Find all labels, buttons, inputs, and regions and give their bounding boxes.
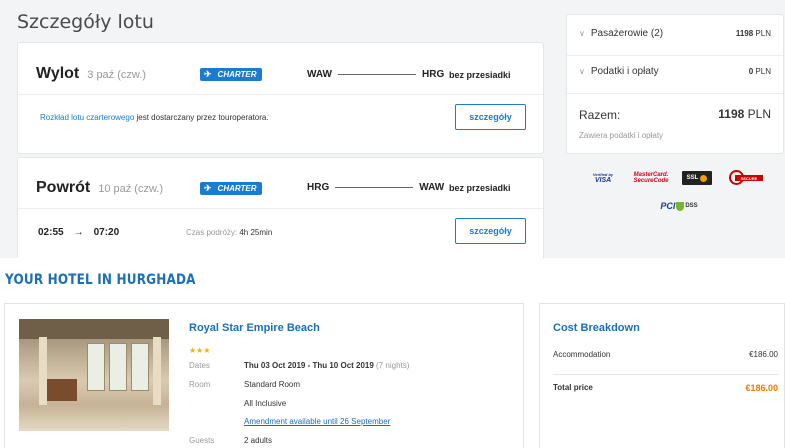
- price-summary: ∨ Pasażerowie (2) 1198 PLN ∨ Podatki i o…: [566, 14, 784, 154]
- charter-badge: ✈ CHARTER: [200, 182, 262, 195]
- page-title: Szczegóły lotu: [17, 11, 154, 33]
- arrival-time: 07:20: [93, 227, 120, 238]
- board-value: All Inclusive: [244, 399, 287, 408]
- outbound-route: WAW HRG: [307, 69, 444, 80]
- route-to: WAW: [419, 182, 445, 193]
- passengers-price: 1198 PLN: [735, 29, 771, 38]
- passengers-label: Pasażerowie (2): [590, 28, 664, 39]
- dates-value: Thu 03 Oct 2019 - Thu 10 Oct 2019 (7 nig…: [244, 361, 410, 370]
- route-from: WAW: [307, 69, 332, 80]
- dates-label: Dates: [189, 361, 210, 370]
- flight-details-section: Szczegóły lotu Wylot 3 paź (czw.) ✈ CHAR…: [0, 0, 785, 258]
- hotel-section-heading: YOUR HOTEL IN HURGHADA: [5, 272, 196, 288]
- outbound-details-button[interactable]: szczegóły: [455, 104, 526, 130]
- total-price-label: Total price: [553, 383, 593, 392]
- outbound-direction: Wylot: [36, 65, 80, 82]
- hotel-photo[interactable]: [19, 319, 169, 431]
- security-logos: Verified by VISA MasterCard. SecureCode …: [566, 168, 784, 218]
- accommodation-price: €186.00: [749, 350, 778, 359]
- divider: [18, 94, 543, 95]
- accommodation-row: Accommodation €186.00: [553, 350, 778, 359]
- pci-dss-logo: PCI DSS: [660, 201, 698, 211]
- guests-label: Guests: [189, 436, 215, 445]
- charter-label: CHARTER: [217, 184, 257, 193]
- cost-breakdown-card: Cost Breakdown Accommodation €186.00 Tot…: [539, 303, 785, 448]
- total-price-row: Total price €186.00: [553, 383, 778, 393]
- return-route: HRG WAW: [307, 182, 444, 193]
- outbound-stops: bez przesiadki: [449, 70, 511, 80]
- chevron-down-icon: ∨: [579, 29, 585, 38]
- room-value: Standard Room: [244, 380, 301, 389]
- hotel-card: Royal Star Empire Beach ★★★ Dates Thu 03…: [4, 303, 524, 448]
- route-line: [335, 187, 414, 188]
- divider: [553, 374, 778, 375]
- shield-icon: [676, 201, 685, 211]
- fees-row[interactable]: ∨ Podatki i opłaty 0 PLN: [579, 66, 771, 77]
- duration-label: Czas podróży:: [186, 228, 240, 237]
- total-price-value: €186.00: [745, 383, 778, 393]
- arrow-right-icon: →: [73, 227, 84, 238]
- fees-label: Podatki i opłaty: [590, 66, 659, 77]
- return-stops: bez przesiadki: [449, 183, 511, 193]
- travel-duration: Czas podróży: 4h 25min: [186, 228, 272, 237]
- divider: [18, 208, 543, 209]
- charter-badge: ✈ CHARTER: [200, 68, 262, 81]
- ssl-logo: SSL: [682, 171, 712, 185]
- fees-price: 0 PLN: [748, 67, 771, 76]
- total-price: 1198 PLN: [718, 107, 771, 121]
- charter-schedule-link[interactable]: Rozkład lotu czarterowego: [40, 113, 134, 122]
- lock-icon: [700, 174, 708, 182]
- mastercard-securecode-logo: MasterCard. SecureCode: [633, 172, 669, 184]
- return-flight-card: Powrót 10 paź (czw.) ✈ CHARTER HRG WAW b…: [17, 157, 544, 258]
- plane-icon: ✈: [204, 69, 212, 79]
- secure-seal-logo: SECURE: [729, 168, 763, 188]
- return-direction: Powrót: [36, 179, 91, 196]
- chevron-down-icon: ∨: [579, 67, 585, 76]
- hotel-name-link[interactable]: Royal Star Empire Beach: [189, 322, 320, 334]
- room-label: Room: [189, 380, 211, 389]
- divider: [567, 93, 783, 94]
- return-details-button[interactable]: szczegóły: [455, 218, 526, 244]
- charter-schedule-text: jest dostarczany przez touroperatora.: [134, 113, 269, 122]
- departure-time: 02:55: [38, 227, 64, 238]
- route-from: HRG: [307, 182, 330, 193]
- route-line: [338, 74, 416, 75]
- star-rating: ★★★: [189, 346, 211, 355]
- return-date: 10 paź (czw.): [98, 183, 164, 195]
- plane-icon: ✈: [204, 183, 212, 193]
- duration-value: 4h 25min: [239, 228, 273, 237]
- outbound-flight-card: Wylot 3 paź (czw.) ✈ CHARTER WAW HRG bez…: [17, 42, 544, 154]
- outbound-header: Wylot 3 paź (czw.): [36, 65, 146, 83]
- divider: [567, 55, 783, 56]
- route-to: HRG: [422, 69, 445, 80]
- return-header: Powrót 10 paź (czw.): [36, 179, 163, 197]
- cost-breakdown-title: Cost Breakdown: [553, 322, 640, 334]
- charter-label: CHARTER: [217, 70, 257, 79]
- verified-by-visa-logo: Verified by VISA: [592, 172, 614, 184]
- total-note: Zawiera podatki i opłaty: [579, 131, 664, 140]
- outbound-date: 3 paź (czw.): [87, 69, 146, 81]
- charter-schedule-note: Rozkład lotu czarterowego jest dostarcza…: [40, 113, 269, 122]
- accommodation-label: Accommodation: [553, 350, 611, 359]
- total-label: Razem:: [579, 108, 621, 122]
- passengers-row[interactable]: ∨ Pasażerowie (2) 1198 PLN: [579, 28, 771, 39]
- return-times: 02:55 → 07:20: [38, 227, 119, 238]
- guests-value: 2 adults: [244, 436, 273, 445]
- amendment-link[interactable]: Amendment available until 26 September: [244, 417, 390, 426]
